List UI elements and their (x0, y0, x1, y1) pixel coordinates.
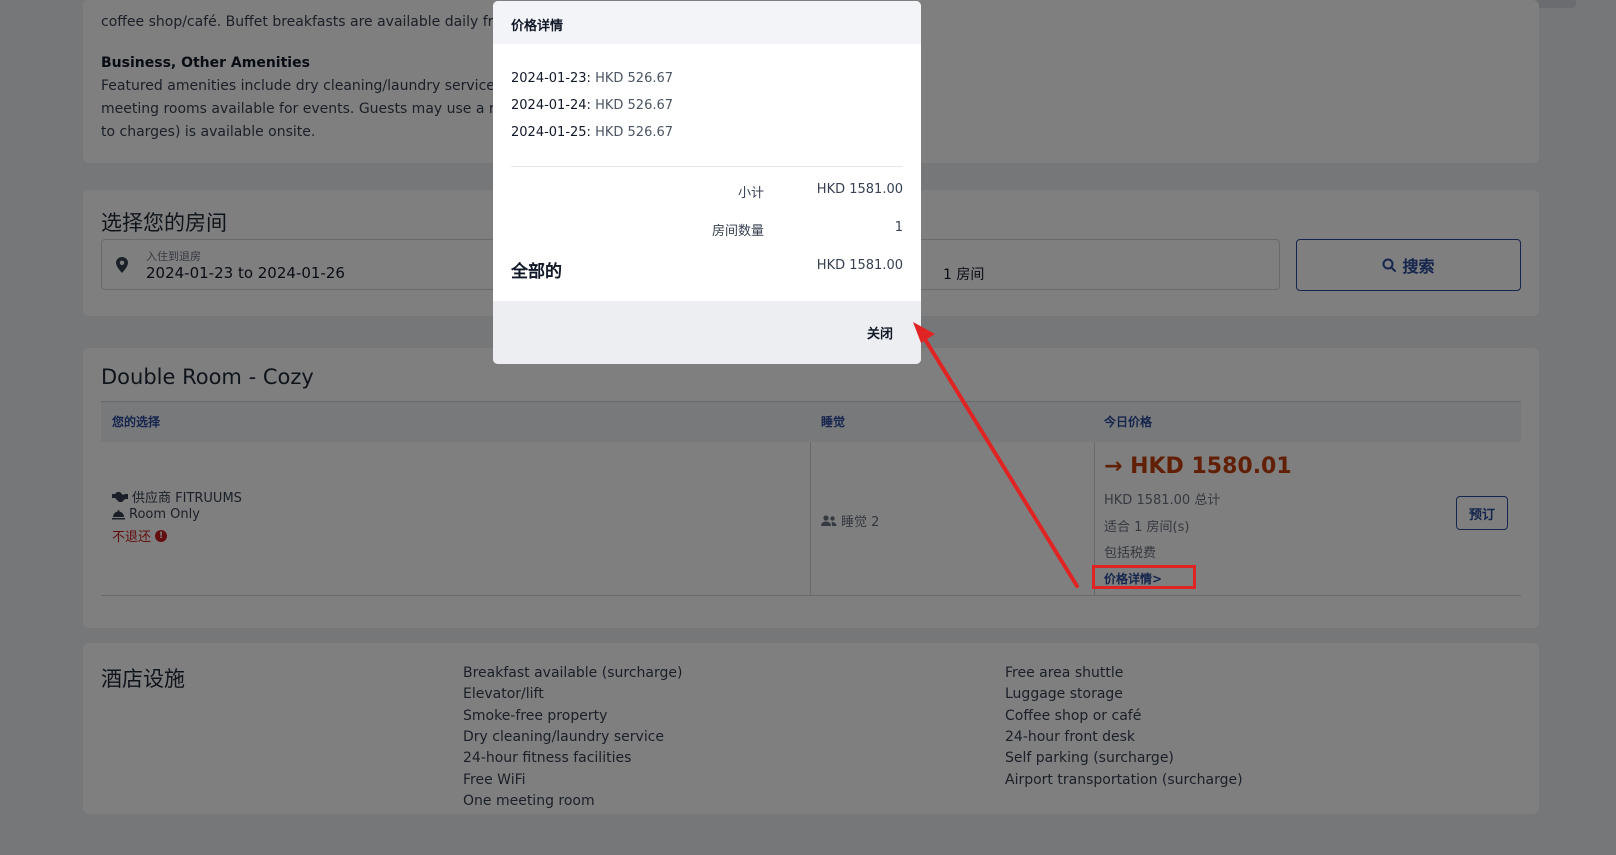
annotation-highlight-box (1092, 565, 1196, 589)
close-button[interactable]: 关闭 (867, 323, 893, 342)
total-value: HKD 1581.00 (816, 258, 903, 273)
room-count-value: 1 (894, 220, 903, 235)
subtotal-value: HKD 1581.00 (816, 182, 903, 197)
subtotal-label: 小计 (737, 186, 764, 201)
room-count-label: 房间数量 (711, 224, 764, 239)
nightly-rate-row: 2024-01-23: HKD 526.67 (511, 71, 673, 86)
nightly-rate-row: 2024-01-24: HKD 526.67 (511, 98, 673, 113)
night-date: 2024-01-24: (511, 98, 591, 113)
total-label: 全部的 (511, 262, 562, 282)
modal-divider (511, 166, 903, 167)
night-date: 2024-01-25: (511, 125, 591, 140)
night-amount: HKD 526.67 (595, 125, 674, 140)
night-amount: HKD 526.67 (595, 98, 674, 113)
modal-header: 价格详情 (493, 1, 921, 44)
modal-footer: 关闭 (493, 301, 921, 364)
night-amount: HKD 526.67 (595, 71, 674, 86)
nightly-rate-row: 2024-01-25: HKD 526.67 (511, 125, 673, 140)
price-details-modal: 价格详情 2024-01-23: HKD 526.67 2024-01-24: … (493, 1, 921, 364)
modal-title: 价格详情 (511, 19, 564, 34)
night-date: 2024-01-23: (511, 71, 591, 86)
